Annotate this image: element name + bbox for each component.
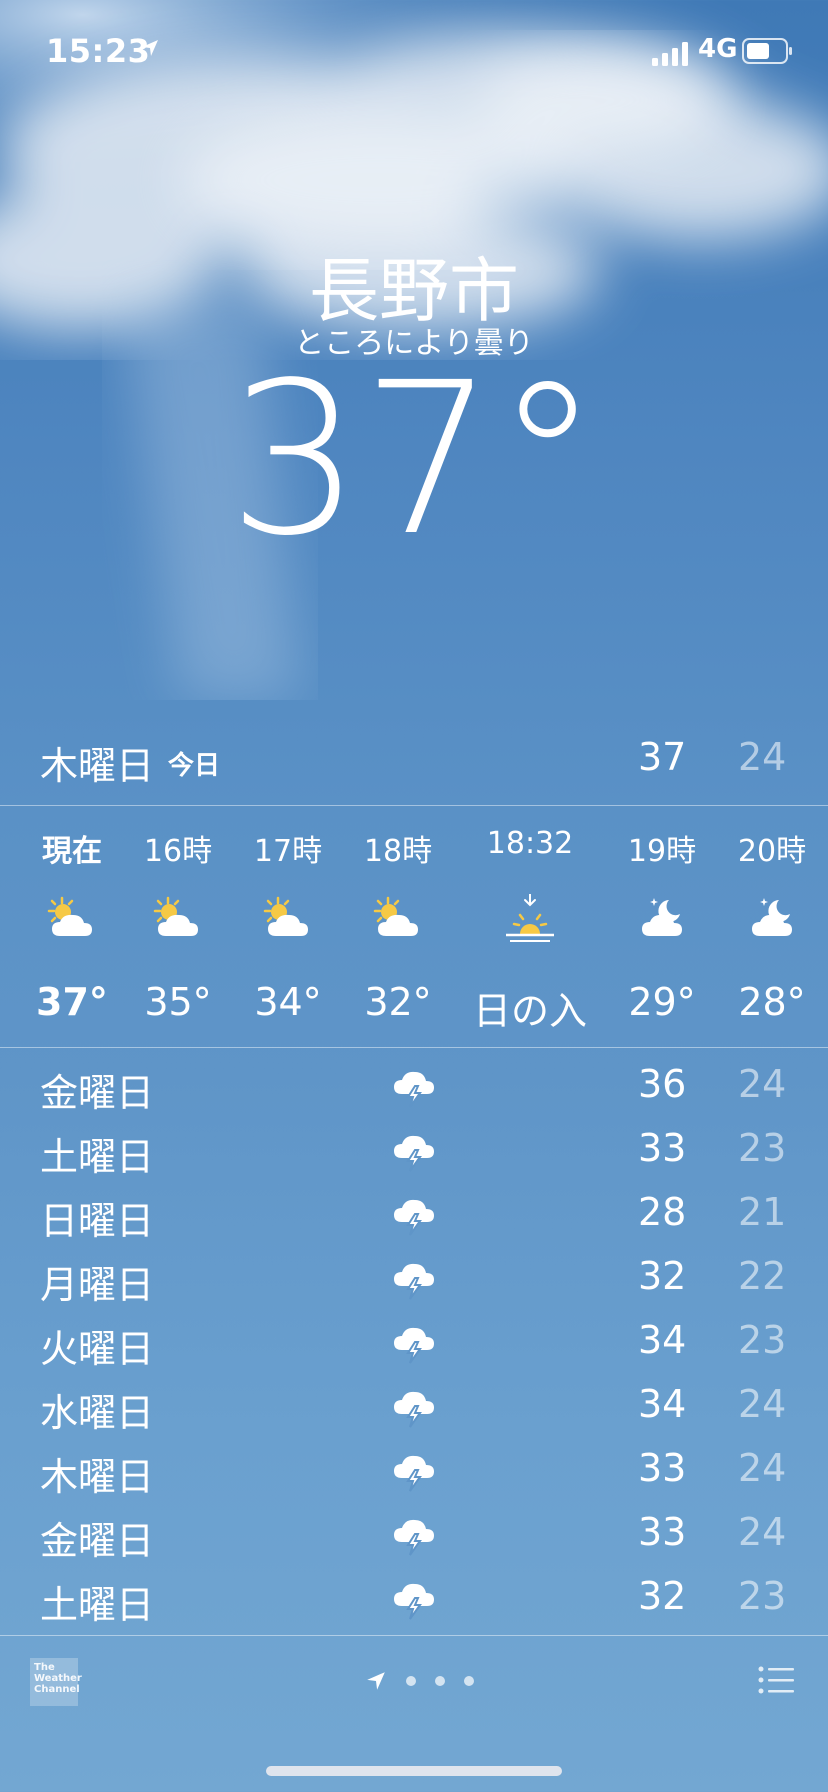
day-row: 日曜日 28 21 xyxy=(0,1182,828,1246)
day-row: 金曜日 36 24 xyxy=(0,1054,828,1118)
hour-temp: 37° xyxy=(36,980,108,1024)
day-high: 33 xyxy=(638,1126,687,1170)
thunderstorm-icon xyxy=(394,1583,434,1620)
hour-label: 20時 xyxy=(737,834,807,869)
day-row: 火曜日 34 23 xyxy=(0,1310,828,1374)
today-label: 今日 xyxy=(168,751,221,781)
hour-item: 17時 34° xyxy=(228,806,348,1024)
partly-cloudy-night-icon xyxy=(752,898,792,936)
day-row: 金曜日 33 24 xyxy=(0,1502,828,1566)
day-name: 月曜日 xyxy=(40,1263,155,1307)
day-low: 24 xyxy=(738,1062,787,1106)
hour-temp: 日の入 xyxy=(472,989,587,1033)
day-low: 24 xyxy=(738,1382,787,1426)
day-row: 木曜日 33 24 xyxy=(0,1438,828,1502)
hour-item: 20時 28° xyxy=(712,806,828,1024)
hour-temp: 35° xyxy=(144,980,212,1024)
hour-item: 16時 35° xyxy=(118,806,238,1024)
day-high: 32 xyxy=(638,1254,687,1298)
day-row: 月曜日 32 22 xyxy=(0,1246,828,1310)
thunderstorm-icon xyxy=(394,1135,434,1172)
day-name: 日曜日 xyxy=(40,1199,155,1243)
hour-label: 19時 xyxy=(627,834,697,869)
hour-item: 18:32 日の入 xyxy=(470,806,590,1035)
hourly-forecast[interactable]: 現在 37° 16時 35° 17時 34° 18時 32° 18:32 日の入… xyxy=(0,806,828,1046)
hour-label: 16時 xyxy=(143,834,213,869)
today-day: 木曜日 xyxy=(40,744,155,788)
day-high: 36 xyxy=(638,1062,687,1106)
hour-label: 現在 xyxy=(42,834,102,869)
weather-channel-logo[interactable]: The Weather Channel xyxy=(30,1658,82,1706)
today-summary: 木曜日 今日 37 24 xyxy=(0,735,828,788)
battery-icon xyxy=(742,38,792,64)
day-low: 24 xyxy=(738,1510,787,1554)
partly-sunny-icon xyxy=(263,896,308,936)
thunderstorm-icon xyxy=(394,1327,434,1364)
hour-label: 17時 xyxy=(253,834,323,869)
page-dot xyxy=(464,1676,475,1686)
thunderstorm-icon xyxy=(394,1071,434,1108)
thunderstorm-icon xyxy=(394,1263,434,1300)
partly-sunny-icon xyxy=(373,896,418,936)
today-high: 37 xyxy=(638,735,687,779)
daily-forecast[interactable]: 金曜日 36 24 土曜日 33 23 日曜日 28 21 月曜日 32 22 xyxy=(0,1054,828,1630)
current-temperature: 37° xyxy=(227,337,601,582)
thunderstorm-icon xyxy=(394,1455,434,1492)
day-row: 土曜日 32 23 xyxy=(0,1566,828,1630)
hour-item: 現在 37° xyxy=(12,806,132,1024)
network-type: 4G xyxy=(698,34,738,64)
hour-item: 18時 32° xyxy=(338,806,458,1024)
day-low: 24 xyxy=(738,1446,787,1490)
hour-label: 18:32 xyxy=(486,826,574,861)
hour-temp: 29° xyxy=(628,980,696,1024)
day-name: 火曜日 xyxy=(40,1327,155,1371)
day-low: 21 xyxy=(738,1190,787,1234)
divider-bottom xyxy=(0,1047,828,1048)
partly-cloudy-night-icon xyxy=(642,898,682,936)
hour-temp: 34° xyxy=(254,980,322,1024)
day-low: 23 xyxy=(738,1574,787,1618)
partly-sunny-icon xyxy=(47,896,92,936)
day-name: 土曜日 xyxy=(40,1135,155,1179)
hour-item: 19時 29° xyxy=(602,806,722,1024)
day-high: 33 xyxy=(638,1446,687,1490)
location-arrow-icon xyxy=(367,1672,385,1690)
day-row: 土曜日 33 23 xyxy=(0,1118,828,1182)
thunderstorm-icon xyxy=(394,1391,434,1428)
hour-temp: 32° xyxy=(364,980,432,1024)
day-high: 34 xyxy=(638,1318,687,1362)
day-low: 22 xyxy=(738,1254,787,1298)
home-indicator[interactable] xyxy=(266,1766,562,1776)
hour-temp: 28° xyxy=(738,980,806,1024)
signal-bars-icon xyxy=(652,42,688,66)
day-low: 23 xyxy=(738,1318,787,1362)
day-name: 水曜日 xyxy=(40,1391,155,1435)
day-name: 金曜日 xyxy=(40,1071,155,1115)
hour-label: 18時 xyxy=(363,834,433,869)
thunderstorm-icon xyxy=(394,1519,434,1556)
day-name: 木曜日 xyxy=(40,1455,155,1499)
day-low: 23 xyxy=(738,1126,787,1170)
day-high: 33 xyxy=(638,1510,687,1554)
partly-sunny-icon xyxy=(153,896,198,936)
thunderstorm-icon xyxy=(394,1199,434,1236)
page-dot xyxy=(406,1676,417,1686)
status-bar: 15:23 4G xyxy=(0,30,828,70)
page-dot xyxy=(435,1676,446,1686)
page-indicator[interactable] xyxy=(365,1670,475,1692)
bottom-toolbar: The Weather Channel xyxy=(0,1636,828,1792)
day-high: 28 xyxy=(638,1190,687,1234)
day-name: 土曜日 xyxy=(40,1583,155,1627)
day-row: 水曜日 34 24 xyxy=(0,1374,828,1438)
day-high: 34 xyxy=(638,1382,687,1426)
list-icon[interactable] xyxy=(758,1666,794,1694)
location-arrow-icon xyxy=(142,40,158,56)
day-name: 金曜日 xyxy=(40,1519,155,1563)
day-high: 32 xyxy=(638,1574,687,1618)
status-time: 15:23 xyxy=(46,32,151,70)
sunset-icon xyxy=(506,893,554,942)
today-low: 24 xyxy=(738,735,787,779)
